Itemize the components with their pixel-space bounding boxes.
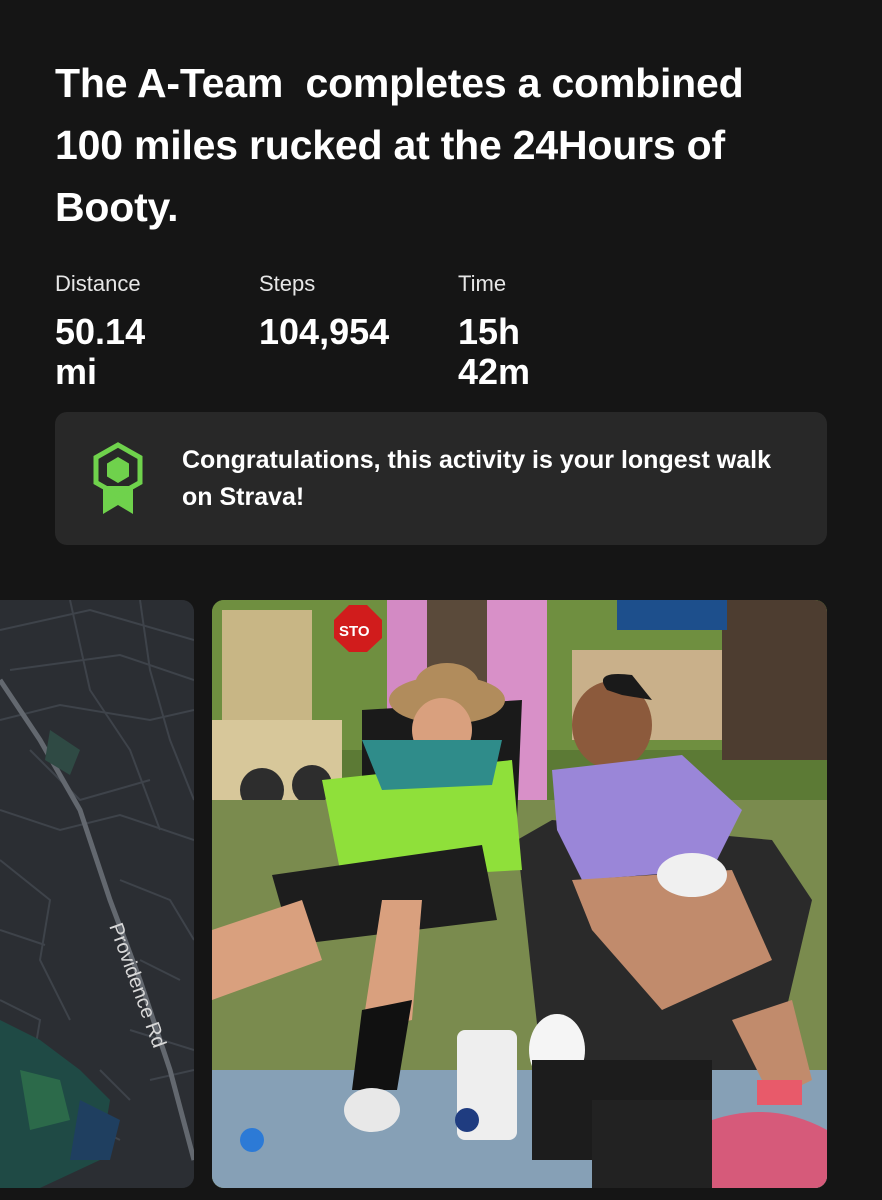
- activity-detail: The A-Team completes a combined 100 mile…: [0, 0, 882, 1200]
- stat-time: Time 15h 42m: [458, 270, 530, 392]
- route-map[interactable]: Providence Rd: [0, 600, 194, 1188]
- achievement-message: Congratulations, this activity is your l…: [182, 446, 772, 511]
- stat-distance: Distance 50.14 mi: [55, 270, 145, 392]
- stat-value: 104,954: [259, 311, 390, 352]
- activity-photo[interactable]: STO: [212, 600, 827, 1188]
- stat-value: 15h 42m: [458, 311, 531, 392]
- activity-title: The A-Team completes a combined 100 mile…: [55, 60, 755, 230]
- stat-label: Time: [458, 271, 507, 296]
- stat-label: Steps: [259, 271, 316, 296]
- achievement-badge-icon: [91, 442, 145, 516]
- stat-steps: Steps 104,954: [259, 270, 389, 352]
- stat-value: 50.14 mi: [55, 311, 146, 392]
- achievement-banner[interactable]: Congratulations, this activity is your l…: [55, 412, 827, 545]
- stat-label: Distance: [55, 271, 141, 296]
- stop-sign-text: STO: [339, 623, 370, 640]
